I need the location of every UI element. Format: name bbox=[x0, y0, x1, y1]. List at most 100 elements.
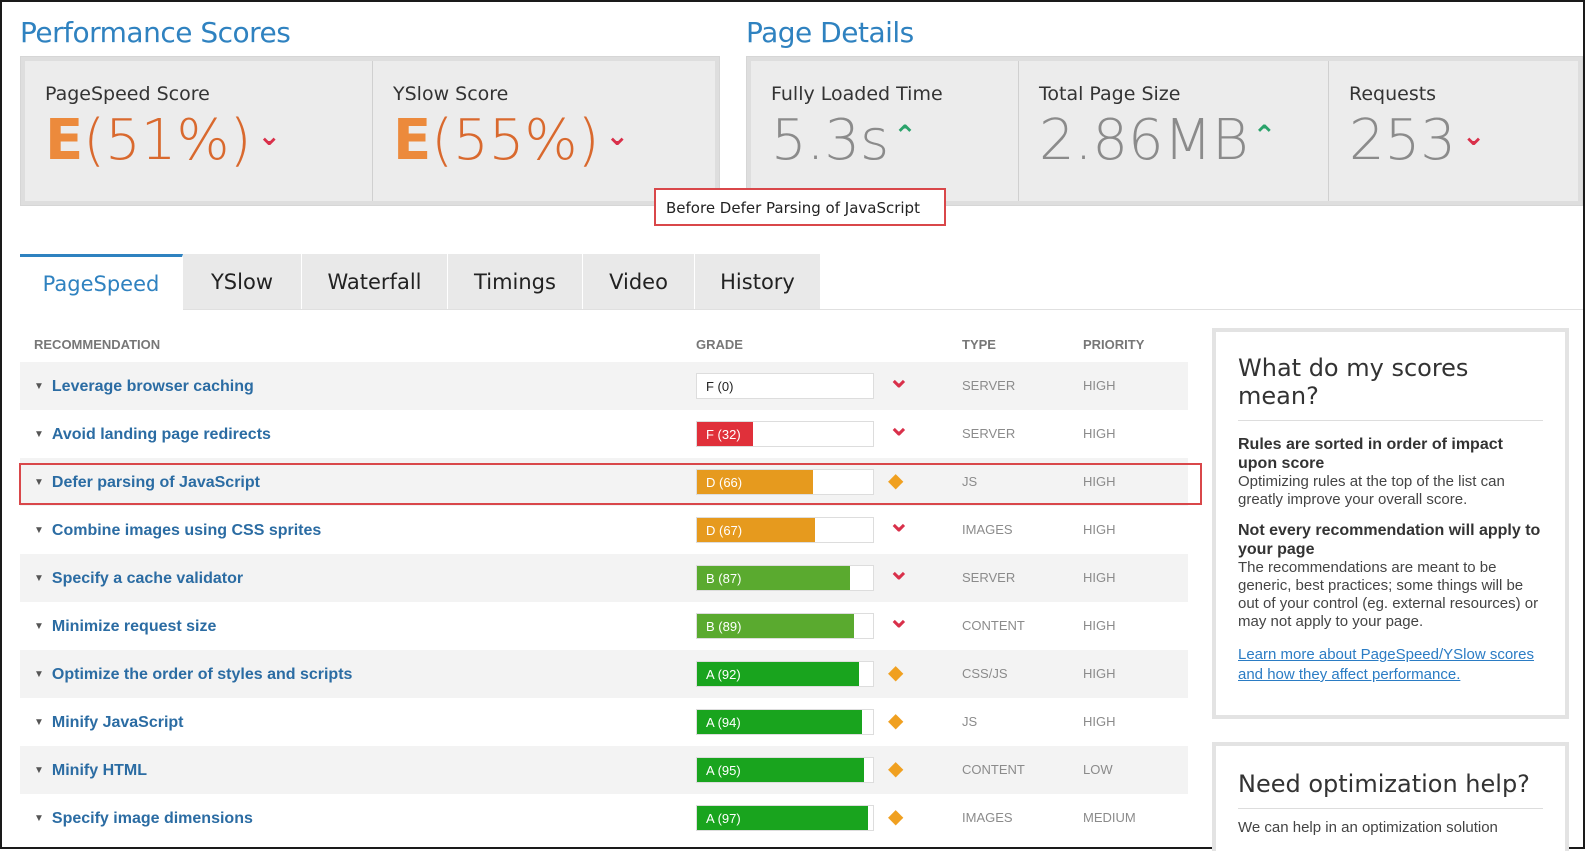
requests-value: 253 bbox=[1349, 108, 1456, 173]
highlight-box bbox=[19, 463, 1202, 505]
header-priority: PRIORITY bbox=[1083, 337, 1145, 352]
pagespeed-grade-letter: E bbox=[45, 108, 84, 173]
table-row[interactable]: ▼ Leverage browser caching F (0) ⌄ SERVER HIG… bbox=[20, 362, 1188, 410]
annotation-callout: Before Defer Parsing of JavaScript bbox=[654, 188, 946, 226]
recommendation-toggle[interactable]: ▼ Specify a cache validator bbox=[34, 570, 243, 588]
grade-value: B (89) bbox=[706, 619, 742, 634]
recommendation-name: Leverage browser caching bbox=[51, 378, 254, 395]
tab-waterfall[interactable]: Waterfall bbox=[302, 254, 448, 310]
table-body: ▼ Leverage browser caching F (0) ⌄ SERVER HIG… bbox=[20, 362, 1188, 842]
page-details-title: Page Details bbox=[746, 16, 914, 49]
recommendation-toggle[interactable]: ▼ Minimize request size bbox=[34, 618, 216, 636]
tab-timings[interactable]: Timings bbox=[448, 254, 583, 310]
grade-bar: F (32) bbox=[696, 421, 874, 447]
divider bbox=[1238, 420, 1543, 421]
scores-help-panel: What do my scores mean? Rules are sorted… bbox=[1212, 328, 1569, 719]
grade-value: F (32) bbox=[706, 427, 741, 442]
chevron-down-icon: ⌄ bbox=[888, 411, 910, 441]
report-tabs: PageSpeed YSlow Waterfall Timings Video … bbox=[20, 254, 821, 310]
table-row[interactable]: ▼ Minimize request size B (89) ⌄ CONTENT HIGH bbox=[20, 602, 1188, 650]
rule1-text: Optimizing rules at the top of the list … bbox=[1238, 473, 1505, 508]
triangle-down-icon: ▼ bbox=[34, 525, 44, 536]
table-row[interactable]: ▼ Specify image dimensions A (97) ◆ IMAGES ME… bbox=[20, 794, 1188, 842]
type-cell: CONTENT bbox=[962, 618, 1025, 633]
rule1-heading: Rules are sorted in order of impact upon… bbox=[1238, 436, 1503, 472]
diamond-icon: ◆ bbox=[888, 710, 904, 732]
recommendation-toggle[interactable]: ▼ Leverage browser caching bbox=[34, 378, 254, 396]
header-type: TYPE bbox=[962, 337, 996, 352]
recommendation-toggle[interactable]: ▼ Minify HTML bbox=[34, 762, 147, 780]
grade-value: F (0) bbox=[706, 379, 734, 394]
yslow-score-box: YSlow Score E(55%) ⌄ bbox=[373, 61, 715, 201]
table-row[interactable]: ▼ Specify a cache validator B (87) ⌄ SERVER H… bbox=[20, 554, 1188, 602]
fully-loaded-time-label: Fully Loaded Time bbox=[771, 83, 943, 105]
triangle-down-icon: ▼ bbox=[34, 813, 44, 824]
tab-pagespeed[interactable]: PageSpeed bbox=[20, 254, 183, 310]
diamond-icon: ◆ bbox=[888, 758, 904, 780]
chevron-down-icon: ⌄ bbox=[888, 363, 910, 393]
chevron-down-icon: ⌄ bbox=[888, 555, 910, 585]
recommendation-name: Minimize request size bbox=[51, 618, 217, 635]
grade-value: B (87) bbox=[706, 571, 742, 586]
recommendation-toggle[interactable]: ▼ Avoid landing page redirects bbox=[34, 426, 271, 444]
recommendation-name: Combine images using CSS sprites bbox=[51, 522, 322, 539]
grade-bar: F (0) bbox=[696, 373, 874, 399]
chevron-down-icon: ⌄ bbox=[605, 119, 629, 152]
yslow-score-label: YSlow Score bbox=[393, 83, 509, 105]
tab-history[interactable]: History bbox=[695, 254, 821, 310]
triangle-down-icon: ▼ bbox=[34, 381, 44, 392]
priority-cell: LOW bbox=[1083, 762, 1113, 777]
recommendation-toggle[interactable]: ▼ Combine images using CSS sprites bbox=[34, 522, 321, 540]
chevron-down-icon: ⌄ bbox=[257, 119, 281, 152]
table-row[interactable]: ▼ Avoid landing page redirects F (32) ⌄ SERV… bbox=[20, 410, 1188, 458]
priority-cell: HIGH bbox=[1083, 426, 1116, 441]
tab-yslow[interactable]: YSlow bbox=[183, 254, 302, 310]
tab-divider bbox=[183, 309, 1583, 310]
table-row[interactable]: ▼ Optimize the order of styles and script… bbox=[20, 650, 1188, 698]
table-row[interactable]: ▼ Combine images using CSS sprites D (67) ⌄… bbox=[20, 506, 1188, 554]
chevron-down-icon: ⌄ bbox=[888, 603, 910, 633]
grade-bar: B (87) bbox=[696, 565, 874, 591]
chevron-down-icon: ⌄ bbox=[1461, 119, 1486, 152]
triangle-down-icon: ▼ bbox=[34, 621, 44, 632]
recommendation-toggle[interactable]: ▼ Specify image dimensions bbox=[34, 810, 253, 828]
priority-cell: HIGH bbox=[1083, 618, 1116, 633]
chevron-up-icon: ⌃ bbox=[1252, 119, 1277, 152]
triangle-down-icon: ▼ bbox=[34, 717, 44, 728]
grade-bar: A (97) bbox=[696, 805, 874, 831]
scores-help-title: What do my scores mean? bbox=[1238, 354, 1469, 410]
grade-value: A (95) bbox=[706, 763, 741, 778]
learn-more-link[interactable]: Learn more about PageSpeed/YSlow scores … bbox=[1238, 645, 1543, 685]
divider bbox=[1238, 808, 1543, 809]
yslow-grade-percent: (55%) bbox=[431, 108, 600, 173]
pagespeed-score-label: PageSpeed Score bbox=[45, 83, 210, 105]
tab-video[interactable]: Video bbox=[583, 254, 695, 310]
type-cell: SERVER bbox=[962, 570, 1016, 585]
diamond-icon: ◆ bbox=[888, 806, 904, 828]
grade-bar: A (94) bbox=[696, 709, 874, 735]
rule2-heading: Not every recommendation will apply to y… bbox=[1238, 522, 1541, 558]
recommendation-name: Specify a cache validator bbox=[51, 570, 244, 587]
priority-cell: HIGH bbox=[1083, 378, 1116, 393]
page-details-panel: Fully Loaded Time 5.3s ⌃ Total Page Size … bbox=[746, 56, 1583, 206]
table-row[interactable]: ▼ Minify HTML A (95) ◆ CONTENT LOW bbox=[20, 746, 1188, 794]
total-page-size-box: Total Page Size 2.86MB ⌃ bbox=[1019, 61, 1329, 201]
recommendation-toggle[interactable]: ▼ Optimize the order of styles and script… bbox=[34, 666, 352, 684]
table-row[interactable]: ▼ Minify JavaScript A (94) ◆ JS HIGH bbox=[20, 698, 1188, 746]
priority-cell: MEDIUM bbox=[1083, 810, 1136, 825]
recommendation-toggle[interactable]: ▼ Minify JavaScript bbox=[34, 714, 184, 732]
triangle-down-icon: ▼ bbox=[34, 429, 44, 440]
type-cell: JS bbox=[962, 714, 978, 729]
grade-bar: B (89) bbox=[696, 613, 874, 639]
recommendation-name: Minify HTML bbox=[51, 762, 147, 779]
total-page-size-label: Total Page Size bbox=[1039, 83, 1181, 105]
priority-cell: HIGH bbox=[1083, 522, 1116, 537]
fully-loaded-time-box: Fully Loaded Time 5.3s ⌃ bbox=[751, 61, 1019, 201]
recommendation-name: Specify image dimensions bbox=[51, 810, 253, 827]
recommendation-name: Optimize the order of styles and scripts bbox=[51, 666, 353, 683]
type-cell: IMAGES bbox=[962, 522, 1013, 537]
grade-value: A (94) bbox=[706, 715, 741, 730]
optimization-help-text: We can help in an optimization solution bbox=[1238, 819, 1498, 836]
grade-bar: D (67) bbox=[696, 517, 874, 543]
grade-value: A (92) bbox=[706, 667, 741, 682]
